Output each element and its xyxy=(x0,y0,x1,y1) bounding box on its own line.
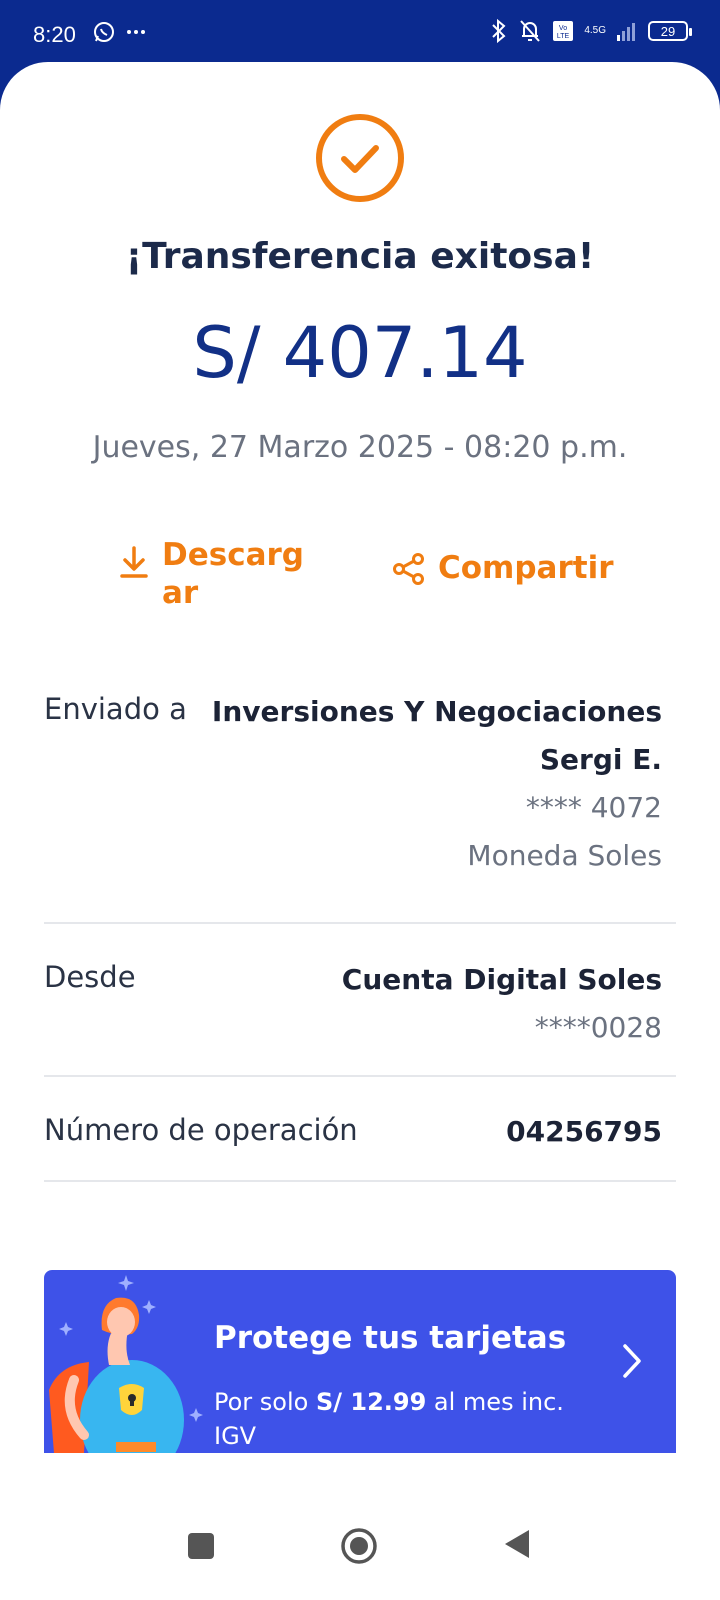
download-label: Descargar xyxy=(162,537,304,611)
transfer-date: Jueves, 27 Marzo 2025 - 08:20 p.m. xyxy=(92,430,628,465)
status-time: 8:20 xyxy=(33,22,76,47)
svg-text:Vo: Vo xyxy=(559,25,567,32)
success-check-icon xyxy=(315,113,405,203)
bluetooth-icon xyxy=(490,18,508,44)
operation-label: Número de operación xyxy=(44,1113,358,1147)
from-details: Cuenta Digital Soles ****0028 xyxy=(342,956,662,1052)
signal-icon xyxy=(616,20,638,42)
network-type: 4.5G xyxy=(584,25,606,36)
divider xyxy=(44,1180,676,1182)
promo-title: Protege tus tarjetas xyxy=(214,1320,567,1356)
chevron-right-icon xyxy=(620,1342,644,1384)
screen: 8:20 Vo LTE 4.5G 29 ¡Transferencia exito… xyxy=(0,0,720,1600)
transfer-amount: S/ 407.14 xyxy=(192,312,528,394)
download-icon xyxy=(118,544,150,588)
page-title: ¡Transferencia exitosa! xyxy=(125,236,595,277)
recipient-currency: Moneda Soles xyxy=(467,839,662,872)
divider xyxy=(44,1075,676,1077)
operation-details: 04256795 xyxy=(506,1108,662,1156)
volte-icon: Vo LTE xyxy=(552,20,574,42)
home-button[interactable] xyxy=(340,1527,378,1569)
recipient-account: **** 4072 xyxy=(525,791,662,824)
share-button[interactable]: Compartir xyxy=(392,550,613,594)
sent-to-label: Enviado a xyxy=(44,692,187,726)
from-label: Desde xyxy=(44,960,136,994)
from-account-name: Cuenta Digital Soles xyxy=(341,963,662,996)
status-left-icons xyxy=(92,20,148,44)
recipient-name-line1: Inversiones Y Negociaciones xyxy=(211,695,662,728)
promo-banner[interactable]: Protege tus tarjetas Por solo S/ 12.99 a… xyxy=(44,1270,676,1453)
more-icon xyxy=(124,20,148,44)
promo-price: S/ 12.99 xyxy=(315,1388,427,1416)
battery-icon: 29 xyxy=(648,21,692,41)
status-right-icons: Vo LTE 4.5G 29 xyxy=(490,18,692,44)
promo-sub-prefix: Por solo xyxy=(214,1388,316,1416)
divider xyxy=(44,922,676,924)
share-icon xyxy=(392,552,426,594)
back-button[interactable] xyxy=(503,1528,531,1564)
superhero-illustration xyxy=(44,1270,204,1453)
share-label: Compartir xyxy=(438,550,614,586)
recipient-name-line2: Sergi E. xyxy=(539,743,662,776)
whatsapp-icon xyxy=(92,20,116,44)
promo-subtitle: Por solo S/ 12.99 al mes inc. IGV xyxy=(214,1385,584,1453)
from-account-number: ****0028 xyxy=(534,1011,662,1044)
download-button[interactable]: Descargar xyxy=(118,536,322,612)
svg-text:LTE: LTE xyxy=(557,33,570,40)
sent-to-details: Inversiones Y Negociaciones Sergi E. ***… xyxy=(212,688,662,880)
operation-number: 04256795 xyxy=(506,1115,662,1148)
recent-apps-button[interactable] xyxy=(187,1532,215,1564)
bell-off-icon xyxy=(518,18,542,44)
